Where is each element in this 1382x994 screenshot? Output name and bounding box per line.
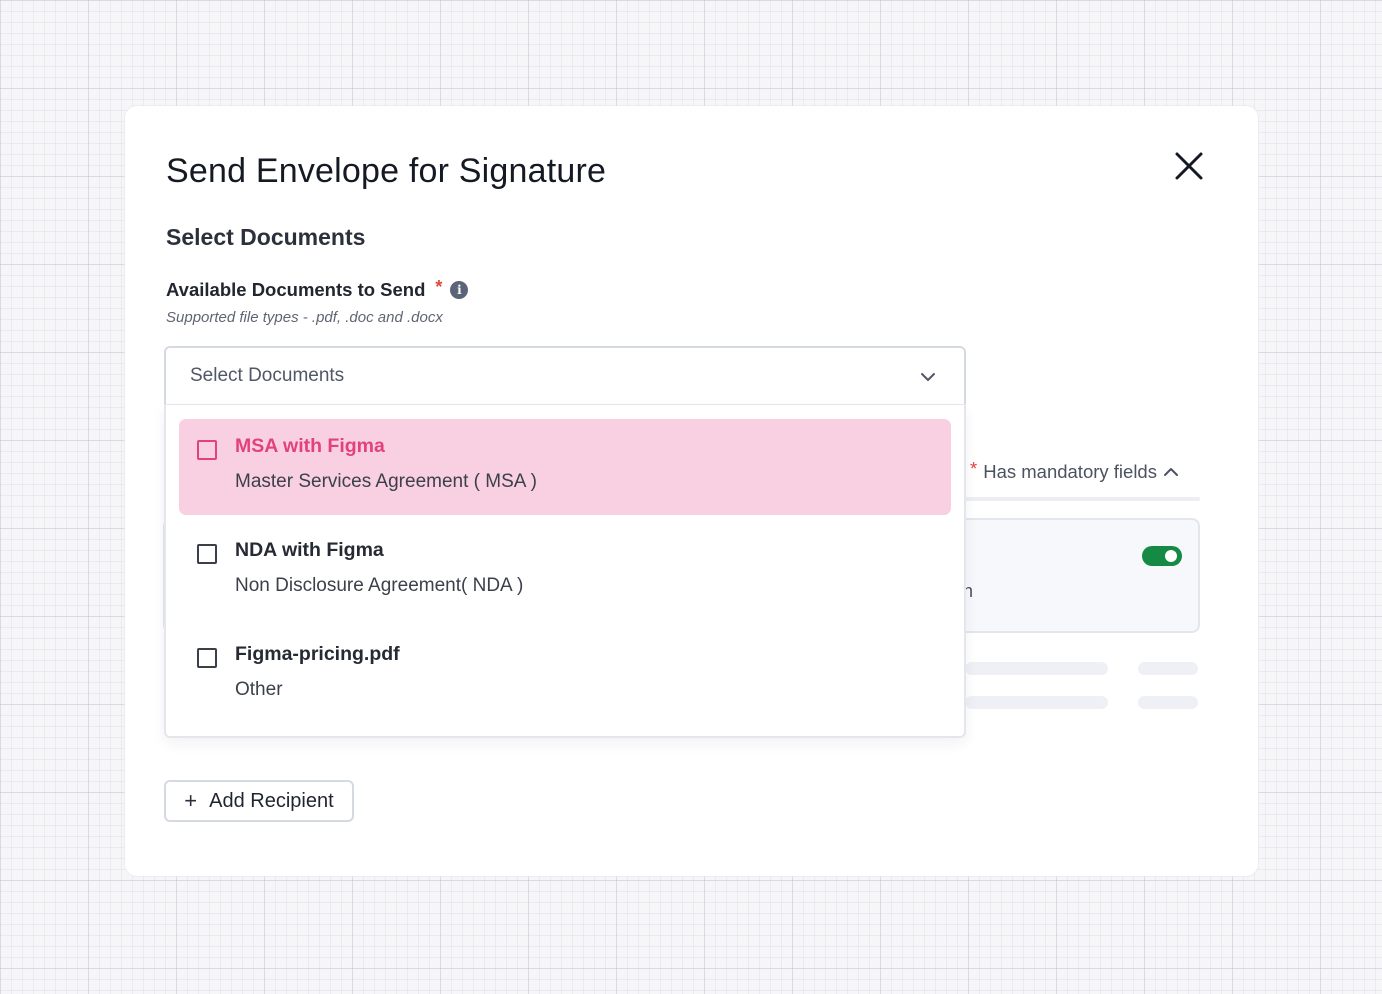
option-name: Figma-pricing.pdf [235, 643, 400, 665]
documents-field-label: Available Documents to Send * i [166, 276, 469, 301]
option-figma-pricing[interactable]: Figma-pricing.pdf Other [179, 627, 951, 723]
chevron-down-icon [921, 373, 935, 381]
skeleton-line [965, 696, 1108, 709]
modal-title: Send Envelope for Signature [166, 152, 607, 190]
add-recipient-label: Add Recipient [209, 789, 334, 812]
toggle-switch[interactable] [1142, 546, 1182, 566]
option-checkbox[interactable] [197, 544, 217, 564]
mandatory-fields-toggle[interactable]: * Has mandatory fields [970, 458, 1179, 483]
option-checkbox[interactable] [197, 440, 217, 460]
option-type: Master Services Agreement ( MSA ) [235, 471, 537, 492]
close-icon [1175, 152, 1203, 180]
skeleton-line [1138, 696, 1198, 709]
option-name: MSA with Figma [235, 435, 385, 457]
mandatory-underline [965, 497, 1200, 501]
option-type: Non Disclosure Agreement( NDA ) [235, 575, 524, 596]
skeleton-line [1138, 662, 1198, 675]
required-mark: * [435, 276, 443, 297]
plus-icon: + [184, 788, 198, 813]
mandatory-label: Has mandatory fields [983, 461, 1157, 482]
select-placeholder: Select Documents [190, 365, 345, 386]
mandatory-star: * [970, 458, 978, 479]
option-checkbox[interactable] [197, 648, 217, 668]
field-label-text: Available Documents to Send [166, 279, 426, 300]
send-envelope-modal: Send Envelope for Signature Select Docum… [125, 106, 1258, 876]
option-type: Other [235, 679, 283, 700]
option-msa-with-figma[interactable]: MSA with Figma Master Services Agreement… [179, 419, 951, 515]
documents-select[interactable]: Select Documents [164, 346, 966, 406]
option-name: NDA with Figma [235, 539, 384, 561]
chevron-up-icon [1163, 468, 1178, 476]
option-nda-with-figma[interactable]: NDA with Figma Non Disclosure Agreement(… [179, 523, 951, 619]
section-title: Select Documents [166, 224, 366, 250]
close-button[interactable] [1171, 148, 1207, 184]
info-icon[interactable]: i [450, 281, 469, 299]
skeleton-line [965, 662, 1108, 675]
add-recipient-button[interactable]: + Add Recipient [164, 780, 354, 822]
documents-dropdown-list: MSA with Figma Master Services Agreement… [164, 404, 966, 738]
file-type-hint: Supported file types - .pdf, .doc and .d… [166, 309, 443, 326]
